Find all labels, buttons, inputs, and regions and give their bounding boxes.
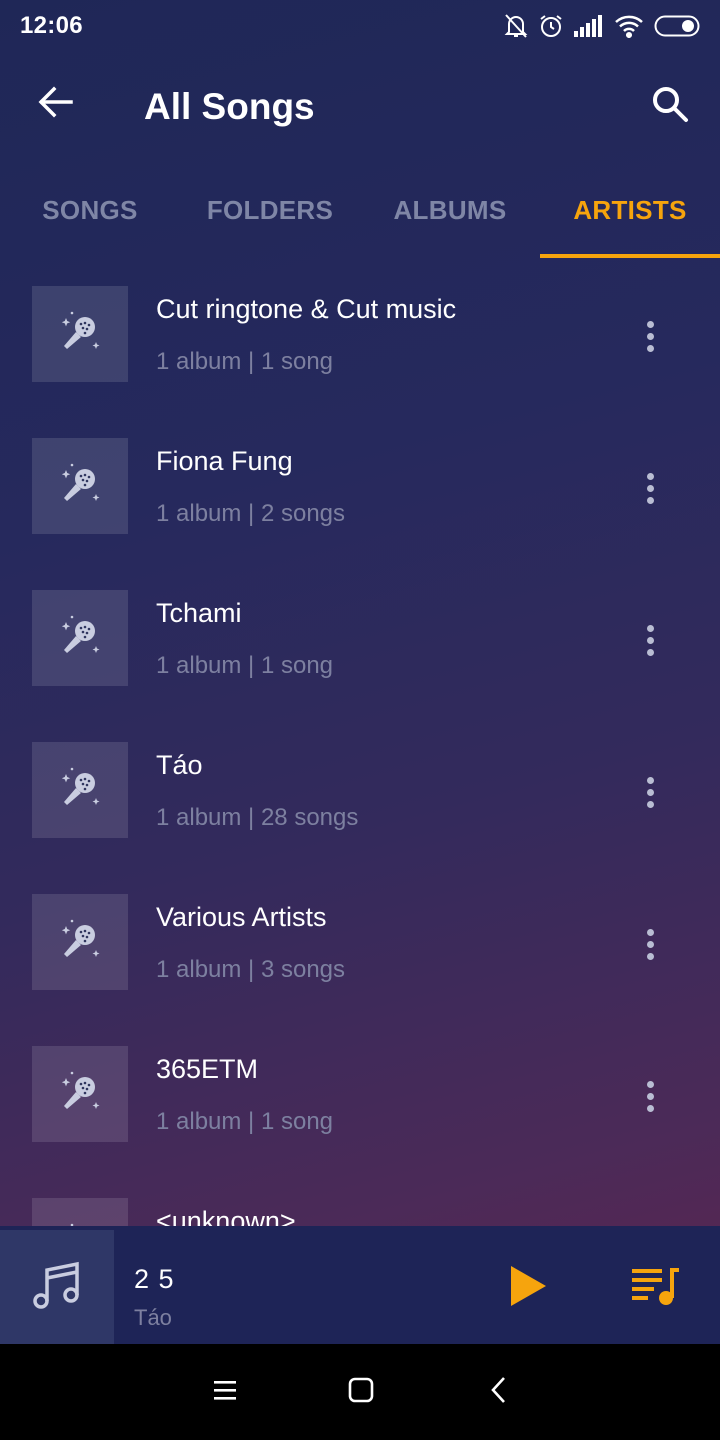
more-vertical-icon — [646, 776, 654, 784]
more-vertical-icon — [646, 928, 654, 936]
tab-songs[interactable]: SONGS — [0, 162, 180, 258]
microphone-icon — [56, 308, 104, 361]
artist-thumbnail — [32, 1198, 128, 1226]
queue-button[interactable] — [626, 1262, 686, 1314]
system-nav-bar — [0, 1344, 720, 1440]
artist-meta: 1 album | 3 songs — [156, 956, 346, 983]
status-icons — [504, 10, 702, 42]
more-options-button[interactable] — [624, 310, 676, 362]
alarm-icon — [538, 13, 564, 39]
status-time: 12:06 — [20, 12, 83, 39]
artist-meta: 1 album | 1 song — [156, 652, 334, 679]
queue-icon — [630, 1265, 682, 1312]
list-item[interactable]: Various Artists 1 album | 3 songs — [0, 866, 720, 1018]
artist-name: Cut ringtone & Cut music — [156, 294, 457, 324]
artist-name: Various Artists — [156, 902, 327, 932]
tab-folders[interactable]: FOLDERS — [180, 162, 360, 258]
status-bar: 12:06 — [0, 0, 720, 52]
artist-meta: 1 album | 28 songs — [156, 804, 359, 831]
recents-button[interactable] — [199, 1366, 251, 1418]
play-button[interactable] — [502, 1262, 554, 1314]
artist-name: Fiona Fung — [156, 446, 293, 476]
music-note-icon — [30, 1258, 84, 1317]
artist-name: Táo — [156, 750, 203, 780]
more-options-button[interactable] — [624, 462, 676, 514]
microphone-icon — [56, 612, 104, 665]
search-icon — [651, 85, 689, 128]
more-options-button[interactable] — [624, 1070, 676, 1122]
more-vertical-icon — [646, 624, 654, 632]
back-button[interactable] — [30, 78, 82, 130]
app-bar: All Songs — [0, 52, 720, 162]
artist-name: 365ETM — [156, 1054, 259, 1084]
arrow-left-icon — [38, 86, 74, 123]
bell-off-icon — [504, 13, 528, 39]
more-vertical-icon — [646, 472, 654, 480]
home-button[interactable] — [335, 1366, 387, 1418]
artist-meta: 1 album | 2 songs — [156, 500, 346, 527]
artist-name: <unknown> — [156, 1206, 296, 1226]
now-playing-title: 2 5 — [134, 1264, 175, 1294]
chevron-left-icon — [488, 1376, 510, 1409]
tab-albums[interactable]: ALBUMS — [360, 162, 540, 258]
list-item[interactable]: <unknown> — [0, 1170, 720, 1226]
microphone-icon — [56, 460, 104, 513]
app-screen: 12:06 All Songs SONGS FOLDERS ALBUMS ART… — [0, 0, 720, 1344]
tab-bar: SONGS FOLDERS ALBUMS ARTISTS — [0, 162, 720, 258]
mini-player[interactable]: 2 5 Táo — [0, 1226, 720, 1344]
menu-icon — [212, 1378, 238, 1407]
more-vertical-icon — [646, 1080, 654, 1088]
system-back-button[interactable] — [473, 1366, 525, 1418]
list-item[interactable]: Fiona Fung 1 album | 2 songs — [0, 410, 720, 562]
artist-name: Tchami — [156, 598, 242, 628]
microphone-icon — [56, 916, 104, 969]
artist-thumbnail — [32, 590, 128, 686]
more-options-button[interactable] — [624, 918, 676, 970]
search-button[interactable] — [642, 78, 698, 134]
now-playing-artwork[interactable] — [0, 1230, 114, 1344]
artist-thumbnail — [32, 438, 128, 534]
list-item[interactable]: Tchami 1 album | 1 song — [0, 562, 720, 714]
play-icon — [508, 1264, 548, 1313]
more-options-button[interactable] — [624, 614, 676, 666]
home-square-icon — [348, 1377, 374, 1408]
list-item[interactable]: Cut ringtone & Cut music 1 album | 1 son… — [0, 258, 720, 410]
artist-meta: 1 album | 1 song — [156, 348, 334, 375]
signal-icon — [574, 15, 604, 37]
page-title: All Songs — [144, 86, 315, 127]
artist-list[interactable]: Cut ringtone & Cut music 1 album | 1 son… — [0, 258, 720, 1226]
microphone-icon — [56, 764, 104, 817]
more-vertical-icon — [646, 320, 654, 328]
microphone-icon — [56, 1068, 104, 1121]
artist-thumbnail — [32, 1046, 128, 1142]
wifi-icon — [614, 14, 644, 38]
artist-thumbnail — [32, 286, 128, 382]
battery-icon — [654, 14, 702, 38]
artist-thumbnail — [32, 742, 128, 838]
artist-meta: 1 album | 1 song — [156, 1108, 334, 1135]
now-playing-artist: Táo — [134, 1305, 172, 1330]
list-item[interactable]: Táo 1 album | 28 songs — [0, 714, 720, 866]
list-item[interactable]: 365ETM 1 album | 1 song — [0, 1018, 720, 1170]
tab-artists[interactable]: ARTISTS — [540, 162, 720, 258]
artist-thumbnail — [32, 894, 128, 990]
more-options-button[interactable] — [624, 766, 676, 818]
